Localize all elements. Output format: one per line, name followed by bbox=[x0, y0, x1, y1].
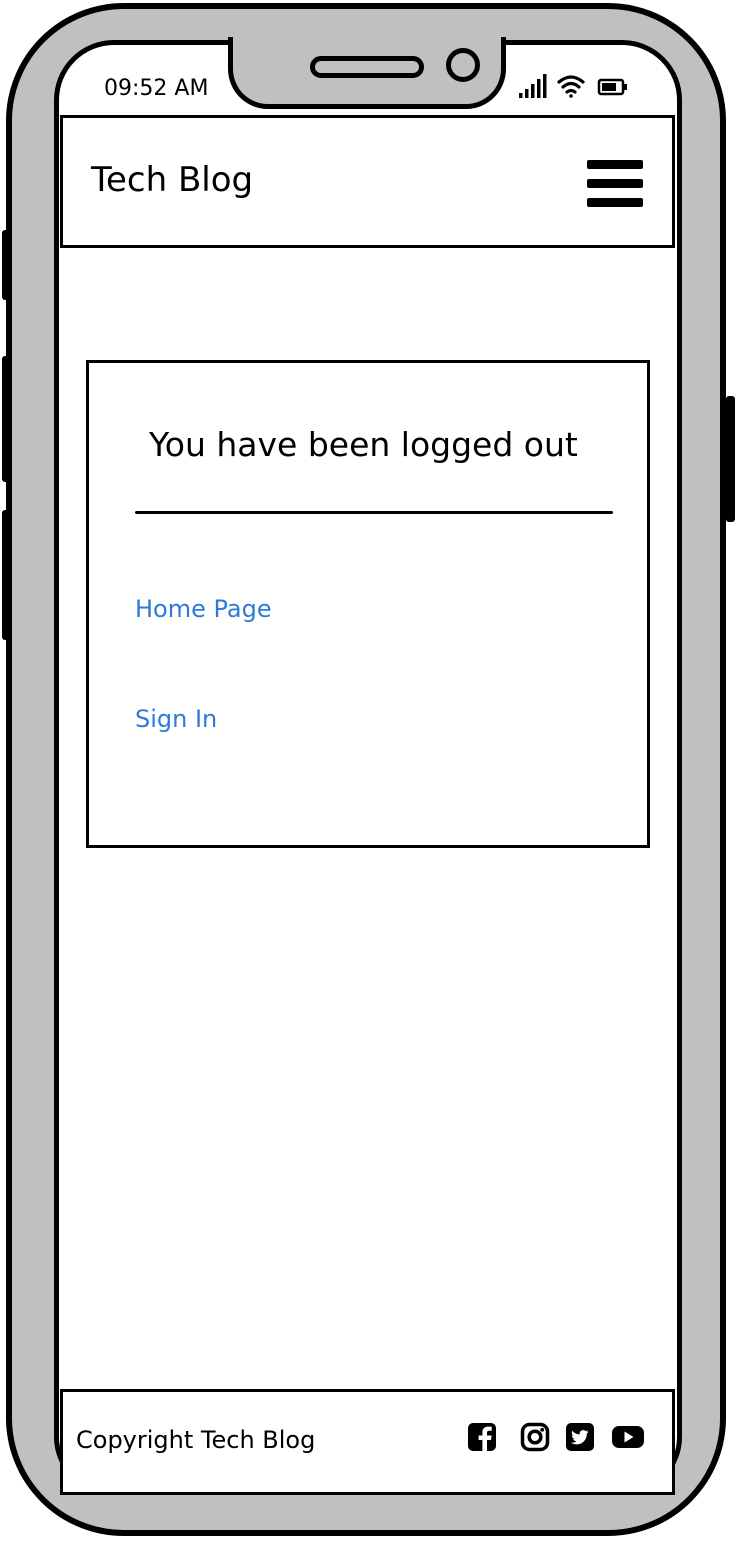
status-time: 09:52 AM bbox=[104, 76, 209, 101]
copyright-text: Copyright Tech Blog bbox=[76, 1426, 316, 1454]
speaker-grille bbox=[310, 56, 424, 78]
battery-icon bbox=[597, 78, 627, 96]
divider bbox=[135, 511, 613, 514]
app-footer: Copyright Tech Blog bbox=[60, 1389, 675, 1495]
hamburger-menu-icon[interactable] bbox=[587, 160, 643, 208]
logout-card: You have been logged out Home Page Sign … bbox=[86, 360, 650, 848]
phone-mockup: 09:52 AM Tech Blog You have been logged … bbox=[0, 0, 736, 1542]
signal-icon bbox=[519, 74, 547, 98]
status-icons bbox=[516, 72, 632, 102]
card-title: You have been logged out bbox=[149, 425, 578, 464]
sign-in-link[interactable]: Sign In bbox=[135, 705, 217, 733]
facebook-icon[interactable] bbox=[467, 1422, 497, 1452]
app-header: Tech Blog bbox=[60, 115, 675, 248]
instagram-icon[interactable] bbox=[520, 1422, 550, 1452]
twitter-icon[interactable] bbox=[565, 1422, 595, 1452]
youtube-icon[interactable] bbox=[611, 1422, 645, 1452]
wifi-icon bbox=[557, 75, 585, 98]
brand-title[interactable]: Tech Blog bbox=[91, 160, 253, 200]
power-button bbox=[726, 396, 735, 522]
front-camera bbox=[446, 48, 480, 82]
home-page-link[interactable]: Home Page bbox=[135, 595, 272, 623]
